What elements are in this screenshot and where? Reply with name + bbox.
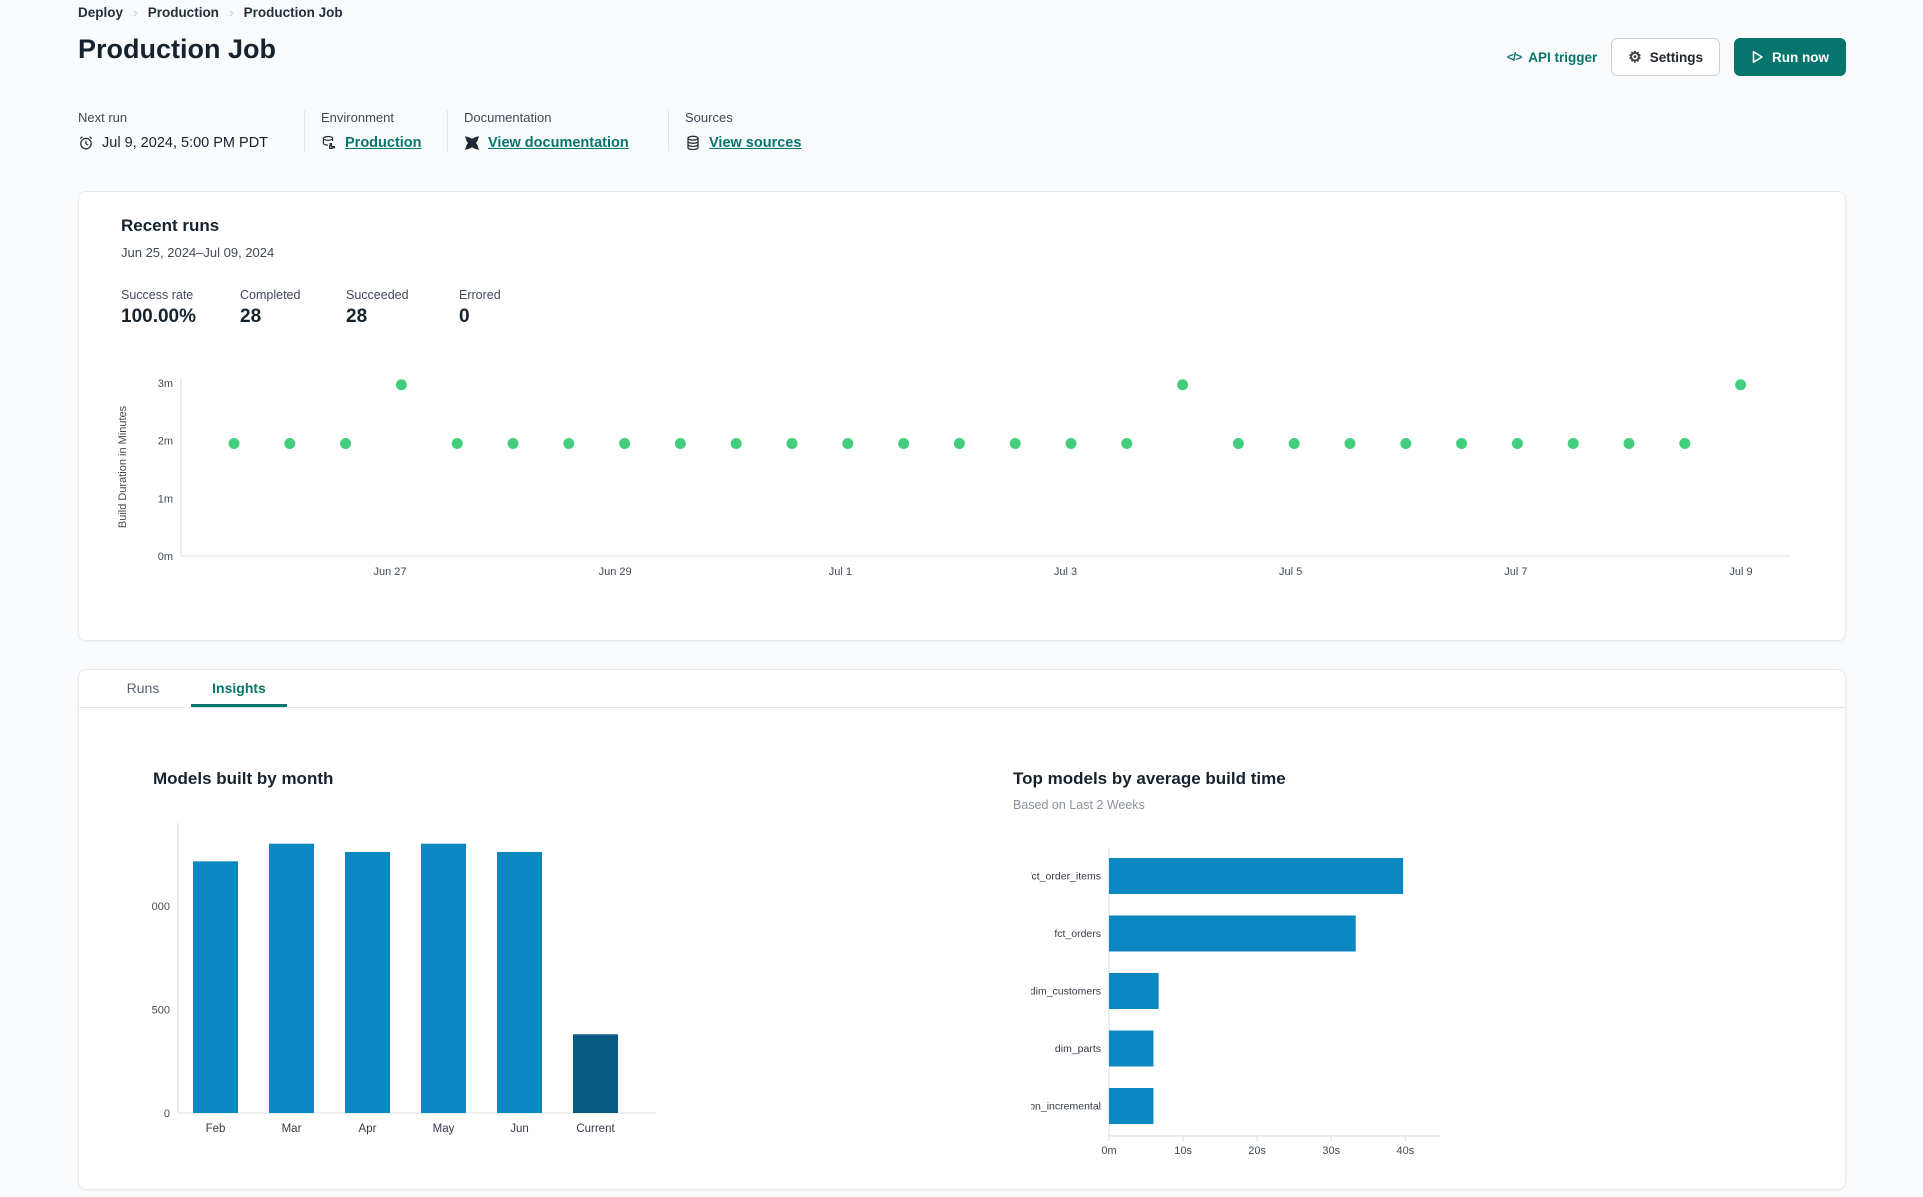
page-title: Production Job bbox=[78, 34, 276, 64]
recent-runs-title: Recent runs bbox=[121, 216, 220, 235]
meta-documentation: Documentation View documentation bbox=[447, 110, 668, 151]
svg-text:Jul 1: Jul 1 bbox=[829, 566, 852, 578]
clock-icon bbox=[78, 135, 94, 151]
dbt-docs-icon bbox=[464, 135, 480, 151]
breadcrumb-production-job: Production Job bbox=[243, 4, 343, 20]
play-icon bbox=[1751, 50, 1764, 64]
svg-text:0m: 0m bbox=[1101, 1145, 1116, 1157]
meta-next-run: Next run Jul 9, 2024, 5:00 PM PDT bbox=[78, 110, 304, 151]
svg-text:0m: 0m bbox=[158, 551, 173, 563]
svg-text:fct_order_items: fct_order_items bbox=[1031, 871, 1101, 883]
stat-label: Completed bbox=[240, 288, 301, 302]
tab-insights[interactable]: Insights bbox=[191, 670, 287, 707]
next-run-value: Jul 9, 2024, 5:00 PM PDT bbox=[102, 135, 269, 151]
svg-text:1m: 1m bbox=[158, 493, 173, 505]
models-by-month-title: Models built by month bbox=[153, 769, 334, 788]
header-actions: </> API trigger ⚙ Settings Run now bbox=[1507, 38, 1846, 76]
breadcrumb: Deploy › Production › Production Job bbox=[78, 4, 343, 20]
top-models-chart: 0m 10s 20s 30s 40s fct_order_items fct_ordersd… bbox=[1031, 848, 1441, 1157]
svg-text:May: May bbox=[433, 1123, 455, 1135]
svg-text:Jul 7: Jul 7 bbox=[1504, 566, 1527, 578]
stat-success-rate: Success rate 100.00% bbox=[121, 288, 196, 328]
models-by-month-chart: 0 500 1000 Feb Mar Apr May Jun Current bbox=[151, 823, 656, 1135]
job-meta-row: Next run Jul 9, 2024, 5:00 PM PDT Enviro… bbox=[78, 110, 827, 151]
run-now-button[interactable]: Run now bbox=[1734, 38, 1846, 76]
svg-text:1000: 1000 bbox=[151, 901, 170, 913]
stat-completed: Completed 28 bbox=[240, 288, 300, 328]
svg-text:materialization_incremental: materialization_incremental bbox=[1031, 1101, 1101, 1113]
api-trigger-label: API trigger bbox=[1528, 49, 1598, 65]
svg-text:dim_parts: dim_parts bbox=[1055, 1043, 1101, 1055]
stat-label: Succeeded bbox=[346, 288, 409, 302]
tab-runs[interactable]: Runs bbox=[95, 670, 191, 707]
environment-link[interactable]: Production bbox=[345, 135, 422, 151]
stat-label: Errored bbox=[459, 288, 501, 302]
svg-text:20s: 20s bbox=[1248, 1145, 1266, 1157]
environment-label: Environment bbox=[321, 110, 394, 125]
top-models-subtitle: Based on Last 2 Weeks bbox=[1013, 798, 1145, 812]
sources-database-icon bbox=[685, 135, 701, 151]
svg-text:500: 500 bbox=[152, 1004, 170, 1016]
build-duration-scatter-chart: 0m 1m 2m 3m Build Duration in Minutes Jun 27 J… bbox=[117, 378, 1791, 578]
stat-errored: Errored 0 bbox=[459, 288, 501, 328]
svg-text:Apr: Apr bbox=[359, 1123, 377, 1135]
svg-text:Jul 3: Jul 3 bbox=[1054, 566, 1077, 578]
svg-text:Jun 27: Jun 27 bbox=[373, 566, 406, 578]
view-documentation-link[interactable]: View documentation bbox=[488, 135, 629, 151]
run-now-label: Run now bbox=[1772, 49, 1829, 65]
svg-text:10s: 10s bbox=[1174, 1145, 1192, 1157]
settings-button[interactable]: ⚙ Settings bbox=[1611, 38, 1720, 76]
tab-bar: Runs Insights bbox=[79, 670, 1845, 708]
documentation-label: Documentation bbox=[464, 110, 552, 125]
stat-succeeded: Succeeded 28 bbox=[346, 288, 409, 328]
job-detail-card: Runs Insights Models built by month 0 500… bbox=[78, 669, 1846, 1190]
svg-text:0: 0 bbox=[164, 1108, 170, 1120]
recent-runs-date-range: Jun 25, 2024–Jul 09, 2024 bbox=[121, 245, 275, 260]
view-sources-link[interactable]: View sources bbox=[709, 135, 801, 151]
stat-value: 100.00% bbox=[121, 306, 197, 327]
svg-text:2m: 2m bbox=[158, 436, 173, 448]
svg-text:Current: Current bbox=[576, 1123, 615, 1135]
breadcrumb-production[interactable]: Production bbox=[148, 5, 219, 20]
gear-icon: ⚙ bbox=[1628, 48, 1642, 66]
top-models-title: Top models by average build time bbox=[1013, 769, 1286, 788]
environment-database-icon bbox=[321, 135, 337, 151]
settings-label: Settings bbox=[1649, 49, 1703, 65]
svg-text:30s: 30s bbox=[1322, 1145, 1340, 1157]
svg-text:Build Duration in Minutes: Build Duration in Minutes bbox=[117, 405, 129, 528]
breadcrumb-deploy[interactable]: Deploy bbox=[78, 5, 123, 20]
svg-text:Mar: Mar bbox=[282, 1123, 302, 1135]
svg-text:Feb: Feb bbox=[206, 1123, 226, 1135]
meta-sources: Sources View sources bbox=[668, 110, 827, 151]
svg-text:Jun 29: Jun 29 bbox=[599, 566, 632, 578]
next-run-label: Next run bbox=[78, 110, 128, 125]
code-icon: </> bbox=[1506, 50, 1522, 64]
stat-value: 0 bbox=[459, 306, 470, 327]
svg-text:3m: 3m bbox=[158, 378, 173, 390]
stat-value: 28 bbox=[346, 306, 368, 327]
svg-text:fct_orders: fct_orders bbox=[1054, 928, 1101, 940]
sources-label: Sources bbox=[685, 110, 733, 125]
stat-label: Success rate bbox=[121, 288, 194, 302]
svg-text:Jul 9: Jul 9 bbox=[1729, 566, 1752, 578]
recent-runs-card: Recent runs Jun 25, 2024–Jul 09, 2024 Su… bbox=[78, 191, 1846, 641]
svg-text:dim_customers: dim_customers bbox=[1031, 986, 1101, 998]
chevron-right-icon: › bbox=[228, 4, 234, 20]
chevron-right-icon: › bbox=[133, 4, 138, 20]
svg-text:Jun: Jun bbox=[510, 1123, 529, 1135]
svg-text:40s: 40s bbox=[1396, 1145, 1414, 1157]
svg-text:Jul 5: Jul 5 bbox=[1279, 566, 1302, 578]
api-trigger-link[interactable]: </> API trigger bbox=[1507, 50, 1597, 65]
stat-value: 28 bbox=[240, 306, 262, 327]
meta-environment: Environment Production bbox=[304, 110, 447, 151]
